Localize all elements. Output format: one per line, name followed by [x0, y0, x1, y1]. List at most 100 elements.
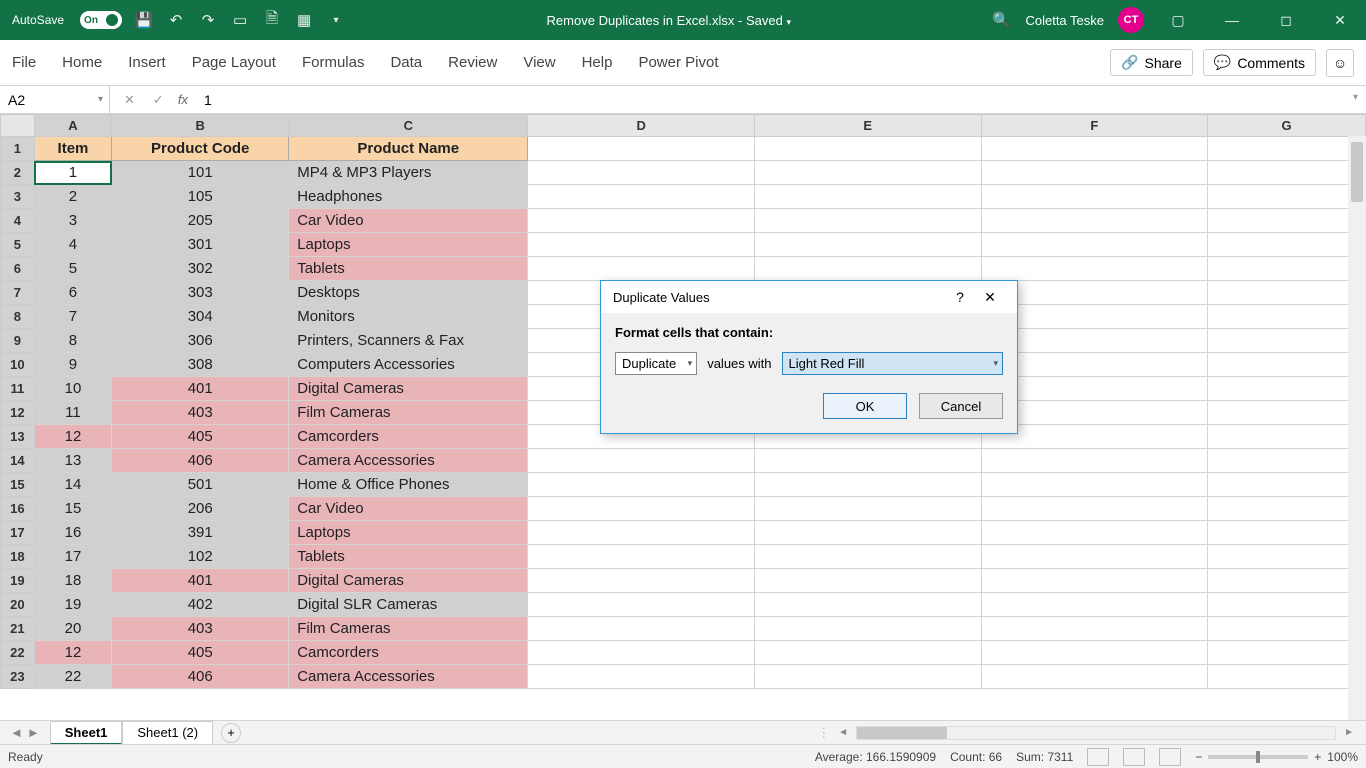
- row-header[interactable]: 14: [1, 449, 35, 473]
- cell[interactable]: [981, 545, 1208, 569]
- cell[interactable]: 17: [34, 545, 112, 569]
- cell[interactable]: 12: [34, 425, 112, 449]
- cell[interactable]: 9: [34, 353, 112, 377]
- cell[interactable]: 403: [112, 617, 289, 641]
- sheet-nav-next-icon[interactable]: ►: [27, 725, 40, 740]
- cell[interactable]: 406: [112, 449, 289, 473]
- cell[interactable]: Film Cameras: [289, 617, 528, 641]
- row-header[interactable]: 9: [1, 329, 35, 353]
- page-layout-view-icon[interactable]: [1123, 748, 1145, 766]
- cell[interactable]: 19: [34, 593, 112, 617]
- cell[interactable]: 5: [34, 257, 112, 281]
- cell[interactable]: [1208, 569, 1366, 593]
- cell[interactable]: [981, 161, 1208, 185]
- qat-icon-1[interactable]: ▭: [230, 10, 250, 30]
- minimize-icon[interactable]: —: [1212, 12, 1252, 28]
- row-header[interactable]: 15: [1, 473, 35, 497]
- ribbon-tab-home[interactable]: Home: [62, 54, 102, 71]
- ribbon-tab-review[interactable]: Review: [448, 54, 497, 71]
- cell[interactable]: 391: [112, 521, 289, 545]
- cell[interactable]: Desktops: [289, 281, 528, 305]
- ribbon-display-icon[interactable]: ▢: [1158, 12, 1198, 29]
- ribbon-tab-insert[interactable]: Insert: [128, 54, 166, 71]
- cell[interactable]: Camcorders: [289, 425, 528, 449]
- horizontal-scrollbar[interactable]: [856, 726, 1336, 740]
- cell[interactable]: 302: [112, 257, 289, 281]
- cell[interactable]: [1208, 617, 1366, 641]
- cell[interactable]: [1208, 185, 1366, 209]
- row-header[interactable]: 20: [1, 593, 35, 617]
- cell[interactable]: MP4 & MP3 Players: [289, 161, 528, 185]
- undo-icon[interactable]: ↶: [166, 10, 186, 30]
- ribbon-tab-file[interactable]: File: [12, 54, 36, 71]
- cell[interactable]: 301: [112, 233, 289, 257]
- cell[interactable]: Tablets: [289, 257, 528, 281]
- cell[interactable]: [754, 497, 981, 521]
- duplicate-mode-dropdown[interactable]: Duplicate: [615, 352, 697, 375]
- cell[interactable]: [528, 473, 755, 497]
- cell[interactable]: Car Video: [289, 209, 528, 233]
- cell[interactable]: 12: [34, 641, 112, 665]
- cell[interactable]: Tablets: [289, 545, 528, 569]
- close-icon[interactable]: ✕: [1320, 12, 1360, 29]
- cell[interactable]: Digital SLR Cameras: [289, 593, 528, 617]
- maximize-icon[interactable]: ◻: [1266, 12, 1306, 29]
- page-break-view-icon[interactable]: [1159, 748, 1181, 766]
- select-all-corner[interactable]: [1, 115, 35, 137]
- hscroll-left-icon[interactable]: ◄: [834, 727, 852, 738]
- cell[interactable]: [1208, 521, 1366, 545]
- row-header[interactable]: 10: [1, 353, 35, 377]
- cell[interactable]: 8: [34, 329, 112, 353]
- zoom-slider[interactable]: [1208, 755, 1308, 759]
- cell[interactable]: [754, 449, 981, 473]
- cell[interactable]: 402: [112, 593, 289, 617]
- row-header[interactable]: 1: [1, 137, 35, 161]
- cell[interactable]: Digital Cameras: [289, 377, 528, 401]
- cell[interactable]: 20: [34, 617, 112, 641]
- cell[interactable]: 14: [34, 473, 112, 497]
- cell[interactable]: [754, 521, 981, 545]
- share-button[interactable]: 🔗 Share: [1110, 49, 1193, 76]
- cell[interactable]: [528, 521, 755, 545]
- cell[interactable]: [1208, 377, 1366, 401]
- row-header[interactable]: 8: [1, 305, 35, 329]
- autosave-toggle[interactable]: On: [80, 11, 122, 29]
- row-header[interactable]: 2: [1, 161, 35, 185]
- save-icon[interactable]: 💾: [134, 10, 154, 30]
- cell[interactable]: [754, 473, 981, 497]
- cancel-formula-icon[interactable]: ✕: [124, 92, 135, 108]
- row-header[interactable]: 23: [1, 665, 35, 689]
- redo-icon[interactable]: ↷: [198, 10, 218, 30]
- cell[interactable]: [981, 233, 1208, 257]
- cell[interactable]: 102: [112, 545, 289, 569]
- ribbon-tab-power-pivot[interactable]: Power Pivot: [638, 54, 718, 71]
- cell[interactable]: 11: [34, 401, 112, 425]
- cell[interactable]: 18: [34, 569, 112, 593]
- cell[interactable]: [981, 665, 1208, 689]
- ribbon-tab-view[interactable]: View: [523, 54, 555, 71]
- comments-button[interactable]: 💬 Comments: [1203, 49, 1316, 76]
- cell[interactable]: [981, 257, 1208, 281]
- cell[interactable]: [528, 233, 755, 257]
- row-header[interactable]: 11: [1, 377, 35, 401]
- cell[interactable]: 206: [112, 497, 289, 521]
- cell[interactable]: [528, 449, 755, 473]
- feedback-icon[interactable]: ☺: [1326, 49, 1354, 77]
- cell[interactable]: Film Cameras: [289, 401, 528, 425]
- cell[interactable]: Car Video: [289, 497, 528, 521]
- column-header[interactable]: B: [112, 115, 289, 137]
- cell[interactable]: [1208, 497, 1366, 521]
- cell[interactable]: [981, 209, 1208, 233]
- cell[interactable]: 401: [112, 569, 289, 593]
- table-header-cell[interactable]: Product Code: [112, 137, 289, 161]
- search-icon[interactable]: 🔍: [991, 10, 1011, 30]
- cell[interactable]: [754, 545, 981, 569]
- row-header[interactable]: 3: [1, 185, 35, 209]
- cell[interactable]: Camera Accessories: [289, 665, 528, 689]
- cell[interactable]: [1208, 593, 1366, 617]
- cell[interactable]: Computers Accessories: [289, 353, 528, 377]
- cell[interactable]: [1208, 233, 1366, 257]
- row-header[interactable]: 5: [1, 233, 35, 257]
- zoom-out-icon[interactable]: −: [1195, 750, 1202, 764]
- cell[interactable]: 101: [112, 161, 289, 185]
